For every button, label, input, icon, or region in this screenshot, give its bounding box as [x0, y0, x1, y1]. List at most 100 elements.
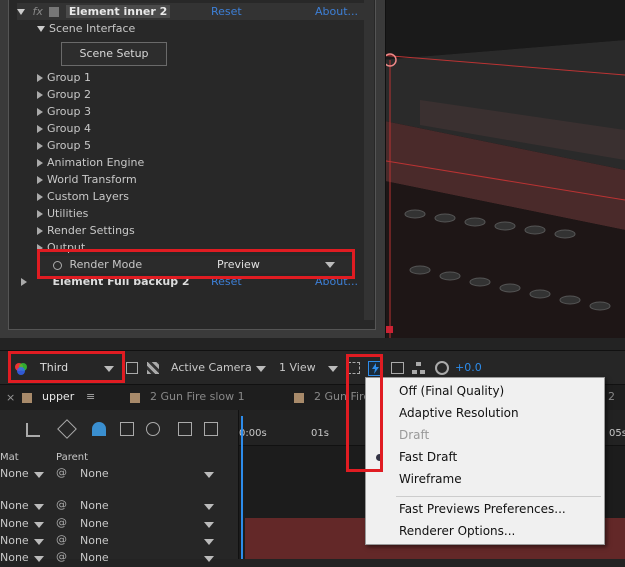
renderer-options-item[interactable]: Renderer Options... [399, 521, 515, 541]
pick-whip-icon[interactable]: @ [56, 498, 67, 511]
parent-value[interactable]: None [80, 517, 109, 530]
tab-gun-fire-slow[interactable]: 2 Gun Fire slow 1 [150, 390, 245, 403]
keyframe-icon[interactable] [204, 422, 218, 436]
dropdown-arrow-icon[interactable] [204, 472, 214, 478]
expand-icon[interactable] [37, 108, 43, 116]
grid-guides-icon[interactable] [126, 362, 138, 374]
menu-item[interactable]: Wireframe [399, 469, 462, 489]
parent-value[interactable]: None [80, 499, 109, 512]
pick-whip-icon[interactable]: @ [56, 516, 67, 529]
tab-upper[interactable]: upper [42, 390, 74, 403]
expand-icon[interactable] [37, 142, 43, 150]
views-value[interactable]: 1 View [279, 361, 316, 374]
shy-layers-icon[interactable] [92, 422, 106, 436]
layer-row[interactable]: None @ None [0, 533, 238, 550]
expand-icon[interactable] [37, 227, 43, 235]
expand-icon[interactable] [37, 193, 43, 201]
track-matte-value[interactable]: None [0, 499, 29, 512]
comp-flowchart-icon[interactable] [26, 423, 40, 437]
about-link[interactable]: About... [315, 273, 358, 290]
expand-icon[interactable] [37, 210, 43, 218]
fast-previews-icon[interactable] [368, 361, 383, 376]
region-of-interest-icon[interactable] [348, 362, 360, 374]
expand-icon[interactable] [21, 278, 27, 286]
group-row[interactable]: Output [37, 239, 85, 256]
dropdown-arrow-icon[interactable] [325, 262, 335, 268]
dropdown-arrow-icon[interactable] [204, 556, 214, 562]
composition-viewport[interactable] [380, 0, 625, 338]
graph-editor-icon[interactable] [178, 422, 192, 436]
group-row[interactable]: Group 5 [37, 137, 91, 154]
close-icon[interactable]: × [6, 391, 15, 404]
expand-icon[interactable] [37, 176, 43, 184]
parent-value[interactable]: None [80, 467, 109, 480]
group-row[interactable]: World Transform [37, 171, 137, 188]
menu-item[interactable]: Fast Draft [399, 447, 457, 467]
expand-icon[interactable] [37, 244, 43, 252]
parent-value[interactable]: None [80, 551, 109, 564]
group-row[interactable]: Render Settings [37, 222, 135, 239]
draft3d-icon[interactable] [57, 419, 77, 439]
track-matte-value[interactable]: None [0, 551, 29, 564]
dropdown-arrow-icon[interactable] [34, 472, 44, 478]
exposure-value[interactable]: +0.0 [455, 361, 482, 374]
dropdown-arrow-icon[interactable] [34, 539, 44, 545]
expand-icon[interactable] [37, 26, 45, 32]
layer-row[interactable]: None @ None [0, 516, 238, 533]
camera-value[interactable]: Active Camera [171, 361, 252, 374]
expand-icon[interactable] [17, 9, 25, 15]
reset-exposure-icon[interactable] [435, 361, 449, 375]
about-link[interactable]: About... [315, 3, 358, 20]
frame-blending-icon[interactable] [120, 422, 134, 436]
render-mode-row[interactable]: Render Mode Preview [39, 256, 355, 273]
expand-icon[interactable] [37, 125, 43, 133]
view-layout-value[interactable]: Third [40, 361, 68, 374]
group-row[interactable]: Group 3 [37, 103, 91, 120]
fx-icon[interactable]: fx [33, 5, 43, 18]
group-row[interactable]: Utilities [37, 205, 88, 222]
expand-icon[interactable] [37, 74, 43, 82]
transparency-grid-icon[interactable] [147, 362, 159, 374]
scene-setup-button[interactable]: Scene Setup [61, 42, 167, 66]
group-row[interactable]: Animation Engine [37, 154, 144, 171]
playhead[interactable] [241, 416, 243, 559]
group-row[interactable]: Group 1 [37, 69, 91, 86]
effect2-header-row[interactable]: Element Full backup 2 Reset About... [21, 273, 367, 290]
effect-toggle-icon[interactable] [49, 7, 60, 17]
reset-link[interactable]: Reset [211, 3, 242, 20]
scene-interface-group[interactable]: Scene Interface [37, 20, 135, 37]
dropdown-arrow-icon[interactable] [204, 504, 214, 510]
tab-gun-fire[interactable]: 2 Gun Fire [314, 390, 370, 403]
stopwatch-icon[interactable] [53, 260, 62, 270]
dropdown-arrow-icon[interactable] [256, 366, 266, 372]
dropdown-arrow-icon[interactable] [104, 366, 114, 372]
group-row[interactable]: Custom Layers [37, 188, 129, 205]
track-matte-value[interactable]: None [0, 534, 29, 547]
dropdown-arrow-icon[interactable] [34, 522, 44, 528]
track-matte-value[interactable]: None [0, 517, 29, 530]
pick-whip-icon[interactable]: @ [56, 550, 67, 563]
tab-menu-icon[interactable]: ≡ [86, 390, 95, 403]
expand-icon[interactable] [37, 91, 43, 99]
pick-whip-icon[interactable]: @ [56, 533, 67, 546]
expand-icon[interactable] [37, 159, 43, 167]
motion-blur-icon[interactable] [146, 422, 160, 436]
group-row[interactable]: Group 4 [37, 120, 91, 137]
fast-previews-preferences-item[interactable]: Fast Previews Preferences... [399, 499, 566, 519]
effect-header-row[interactable]: fx Element inner 2 Reset About... [17, 3, 367, 20]
menu-item[interactable]: Off (Final Quality) [399, 381, 504, 401]
parent-value[interactable]: None [80, 534, 109, 547]
dropdown-arrow-icon[interactable] [204, 522, 214, 528]
flowchart-icon[interactable] [412, 362, 425, 377]
dropdown-arrow-icon[interactable] [204, 539, 214, 545]
reset-link[interactable]: Reset [211, 273, 242, 290]
group-row[interactable]: Group 2 [37, 86, 91, 103]
dropdown-arrow-icon[interactable] [34, 504, 44, 510]
menu-item[interactable]: Adaptive Resolution [399, 403, 519, 423]
dropdown-arrow-icon[interactable] [34, 556, 44, 562]
scrollbar[interactable] [364, 0, 374, 320]
color-channels-icon[interactable] [14, 362, 28, 376]
pick-whip-icon[interactable]: @ [56, 466, 67, 479]
track-matte-value[interactable]: None [0, 467, 29, 480]
timeline-toggle-icon[interactable] [391, 362, 404, 374]
